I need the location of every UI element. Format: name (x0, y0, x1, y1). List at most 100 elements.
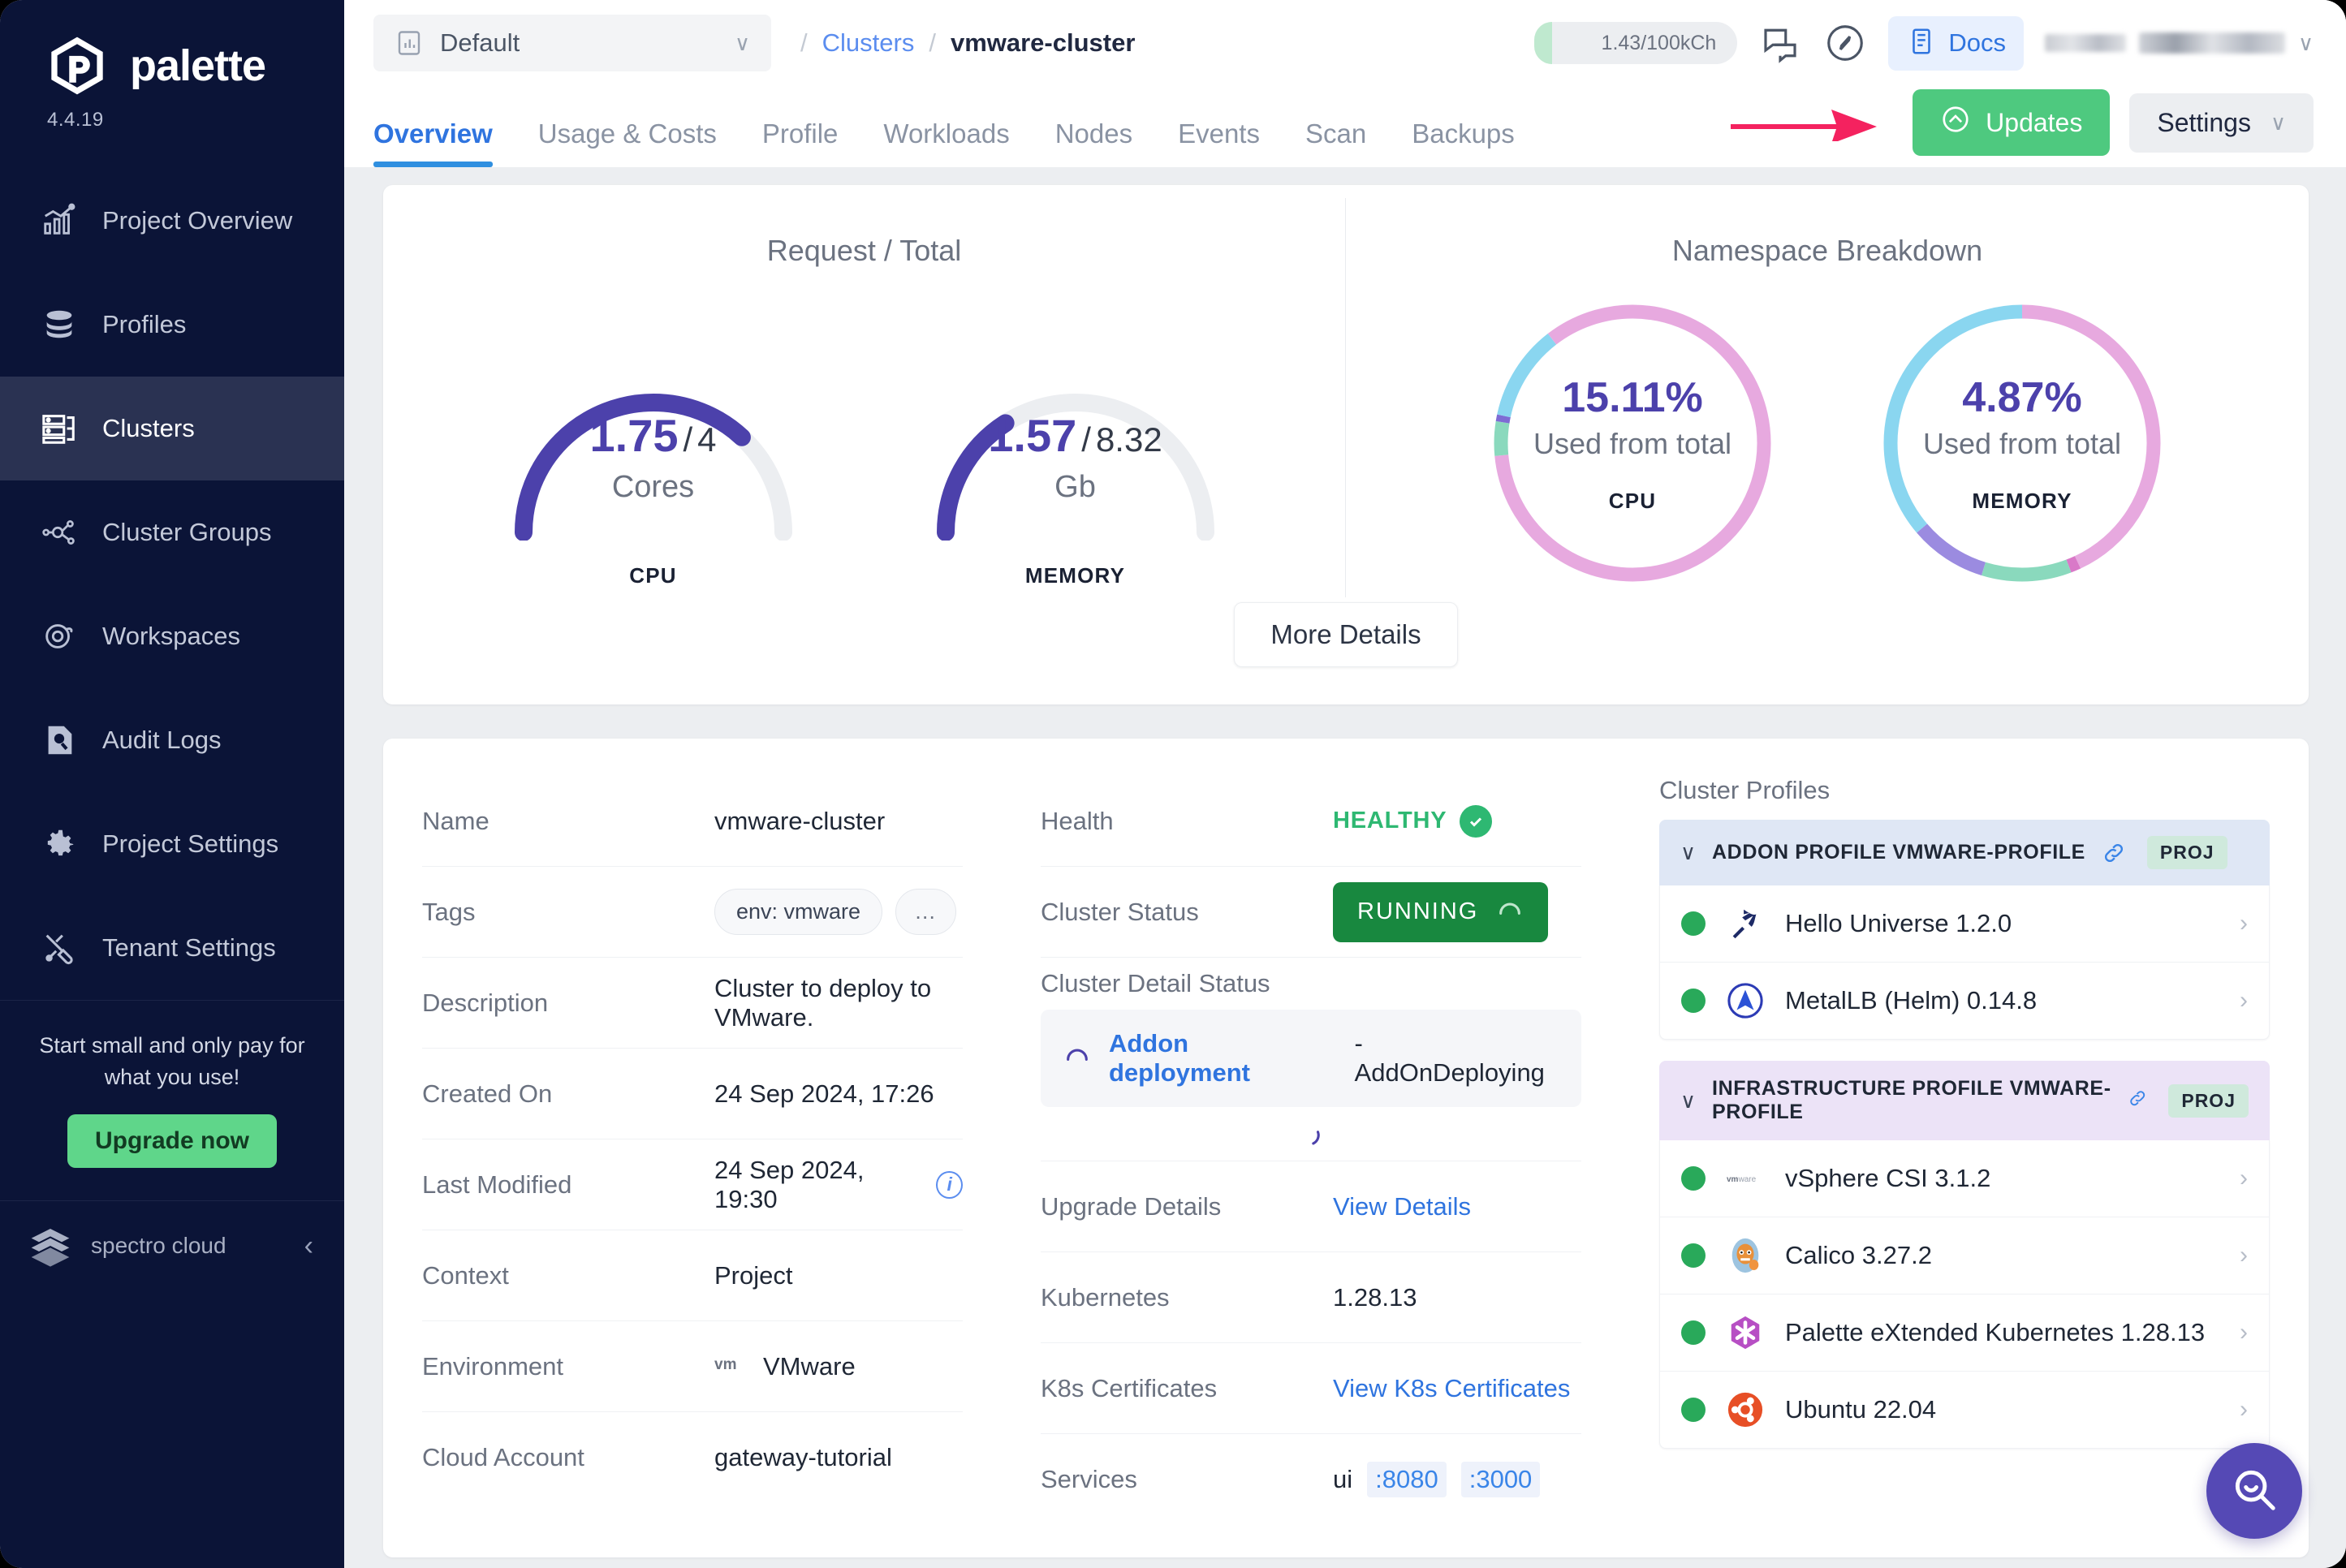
service-name: ui (1333, 1465, 1353, 1493)
more-details-wrap: More Details (383, 602, 2309, 667)
list-item[interactable]: Palette eXtended Kubernetes 1.28.13 › (1660, 1294, 2269, 1372)
service-port-link[interactable]: :8080 (1367, 1462, 1447, 1497)
tab-bar-actions: Updates Settings ∨ (1731, 89, 2314, 167)
gauge-cpu: 1.75/4 Cores CPU (491, 297, 816, 588)
chevron-right-icon: › (2240, 1242, 2248, 1269)
breadcrumb: / Clusters / vmware-cluster (800, 28, 1135, 58)
upgrade-now-button[interactable]: Upgrade now (67, 1114, 277, 1169)
donut-memory-center: 4.87% Used from total MEMORY (1876, 297, 2168, 589)
docs-button[interactable]: Docs (1888, 15, 2024, 71)
arrow-up-circle-icon (1940, 104, 1971, 141)
detail-row-last-modified: Last Modified 24 Sep 2024, 19:30 i (422, 1139, 963, 1230)
pack-name: Ubuntu 22.04 (1785, 1395, 1937, 1424)
sidebar-item-label: Project Settings (102, 829, 279, 858)
sidebar-item-label: Project Overview (102, 206, 293, 235)
list-item[interactable]: Hello Universe 1.2.0 › (1660, 885, 2269, 963)
palette-k8s-icon (1727, 1314, 1764, 1351)
profile-group-header[interactable]: ∨ INFRASTRUCTURE PROFILE VMWARE-PROFILE … (1659, 1061, 2270, 1140)
link-icon[interactable] (2128, 1088, 2147, 1113)
updates-button[interactable]: Updates (1913, 89, 2111, 156)
user-org-redacted (2138, 32, 2285, 54)
search-fab-button[interactable] (2206, 1443, 2302, 1539)
service-port-link[interactable]: :3000 (1460, 1462, 1541, 1497)
details-column-middle: Health HEALTHY Cluster Status RUNNING Cl… (1002, 776, 1620, 1525)
detail-value-cloud-account: gateway-tutorial (714, 1443, 892, 1471)
cluster-detail-status-wrap: Cluster Detail Status Addon deployment -… (1041, 958, 1581, 1161)
profile-group-items: vm ware vSphere CSI 3.1.2 › Calico 3.27.… (1659, 1140, 2270, 1449)
link-icon[interactable] (2102, 841, 2126, 865)
sidebar-item-cluster-groups[interactable]: Cluster Groups (0, 480, 344, 584)
settings-dropdown-button[interactable]: Settings ∨ (2129, 93, 2314, 153)
tab-workloads[interactable]: Workloads (860, 118, 1032, 167)
tab-bar: Overview Usage & Costs Profile Workloads… (344, 86, 2346, 167)
ubuntu-icon (1727, 1391, 1764, 1428)
gauge-cpu-unit: Cores (611, 470, 695, 504)
detail-value-kubernetes: 1.28.13 (1333, 1282, 1417, 1312)
chevron-right-icon: › (2240, 987, 2248, 1014)
detail-value-cluster-status: RUNNING (1333, 881, 1581, 942)
brand[interactable]: palette (0, 0, 344, 97)
tab-usage-costs[interactable]: Usage & Costs (515, 118, 740, 167)
cluster-profiles-title: Cluster Profiles (1659, 776, 1831, 804)
sidebar-item-tenant-settings[interactable]: Tenant Settings (0, 896, 344, 1000)
profile-group-header[interactable]: ∨ ADDON PROFILE VMWARE-PROFILE PROJ (1659, 820, 2270, 885)
detail-label: Created On (422, 1079, 553, 1108)
tag-more-chip[interactable]: … (895, 889, 957, 935)
sidebar-item-audit-logs[interactable]: Audit Logs (0, 688, 344, 792)
tab-nodes[interactable]: Nodes (1033, 118, 1155, 167)
svg-text:ware: ware (1738, 1175, 1757, 1184)
pack-name: Calico 3.27.2 (1785, 1241, 1932, 1269)
top-bar-actions: 1.43/100kCh Docs ∨ (1534, 15, 2314, 71)
view-k8s-certificates-link[interactable]: View K8s Certificates (1333, 1374, 1570, 1402)
charts-row: Request / Total 1.75/4 Cores CPU 1.57 / … (383, 198, 2309, 597)
vmware-icon: vm ware (1727, 1160, 1764, 1197)
chevron-right-icon: › (2240, 1396, 2248, 1423)
detail-row-health: Health HEALTHY (1041, 776, 1581, 867)
gauge-cpu-label: CPU (629, 563, 677, 588)
sidebar-item-workspaces[interactable]: Workspaces (0, 584, 344, 688)
tab-profile[interactable]: Profile (740, 118, 861, 167)
compass-icon[interactable] (1823, 21, 1867, 65)
list-item[interactable]: MetalLB (Helm) 0.14.8 › (1660, 963, 2269, 1039)
tab-events[interactable]: Events (1155, 118, 1283, 167)
info-icon[interactable]: i (936, 1170, 963, 1199)
detail-row-k8s-certificates: K8s Certificates View K8s Certificates (1041, 1343, 1581, 1434)
breadcrumb-link-clusters[interactable]: Clusters (822, 28, 915, 58)
gauge-memory-label: MEMORY (1024, 563, 1126, 588)
collapse-sidebar-button[interactable]: ‹ (304, 1232, 313, 1260)
tab-scan[interactable]: Scan (1283, 118, 1389, 167)
sidebar-item-project-overview[interactable]: Project Overview (0, 169, 344, 273)
breadcrumb-separator: / (929, 28, 936, 57)
view-details-link[interactable]: View Details (1333, 1192, 1471, 1221)
list-item[interactable]: vm ware vSphere CSI 3.1.2 › (1660, 1140, 2269, 1217)
detail-value-created-on: 24 Sep 2024, 17:26 (714, 1079, 934, 1108)
environment-text: VMware (763, 1351, 856, 1381)
sidebar-item-project-settings[interactable]: Project Settings (0, 792, 344, 896)
sidebar-item-profiles[interactable]: Profiles (0, 273, 344, 377)
sidebar-item-clusters[interactable]: Clusters (0, 377, 344, 480)
profile-group-name: ADDON PROFILE VMWARE-PROFILE (1712, 841, 2085, 864)
detail-label: Health (1041, 806, 1114, 835)
gear-icon (41, 825, 78, 863)
gauge-memory: 1.57/8.32 Gb MEMORY (913, 297, 1238, 588)
detail-label: Description (422, 988, 549, 1017)
user-menu[interactable]: ∨ (2044, 30, 2314, 56)
sidebar: palette 4.4.19 Project Overview Profiles (0, 0, 344, 1568)
chevron-down-icon: ∨ (2297, 30, 2314, 55)
spinner-icon (1063, 1045, 1091, 1072)
tag-chip[interactable]: env: vmware (714, 889, 883, 935)
brand-name: palette (130, 41, 266, 90)
chat-bubble-icon[interactable] (1758, 21, 1802, 65)
tab-backups[interactable]: Backups (1389, 118, 1537, 167)
project-selector[interactable]: Default ∨ (373, 15, 771, 71)
tab-overview[interactable]: Overview (373, 118, 515, 167)
docs-label: Docs (1948, 28, 2006, 57)
more-details-button[interactable]: More Details (1234, 602, 1458, 667)
detail-label: Services (1041, 1465, 1137, 1493)
detail-value-description: Cluster to deploy to VMware. (714, 973, 932, 1032)
list-item[interactable]: Calico 3.27.2 › (1660, 1217, 2269, 1294)
gauge-memory-value: 1.57 (988, 410, 1077, 461)
addon-deployment-state: - AddOnDeploying (1354, 1029, 1545, 1087)
list-item[interactable]: Ubuntu 22.04 › (1660, 1372, 2269, 1448)
addon-deployment-link[interactable]: Addon deployment (1109, 1029, 1337, 1088)
